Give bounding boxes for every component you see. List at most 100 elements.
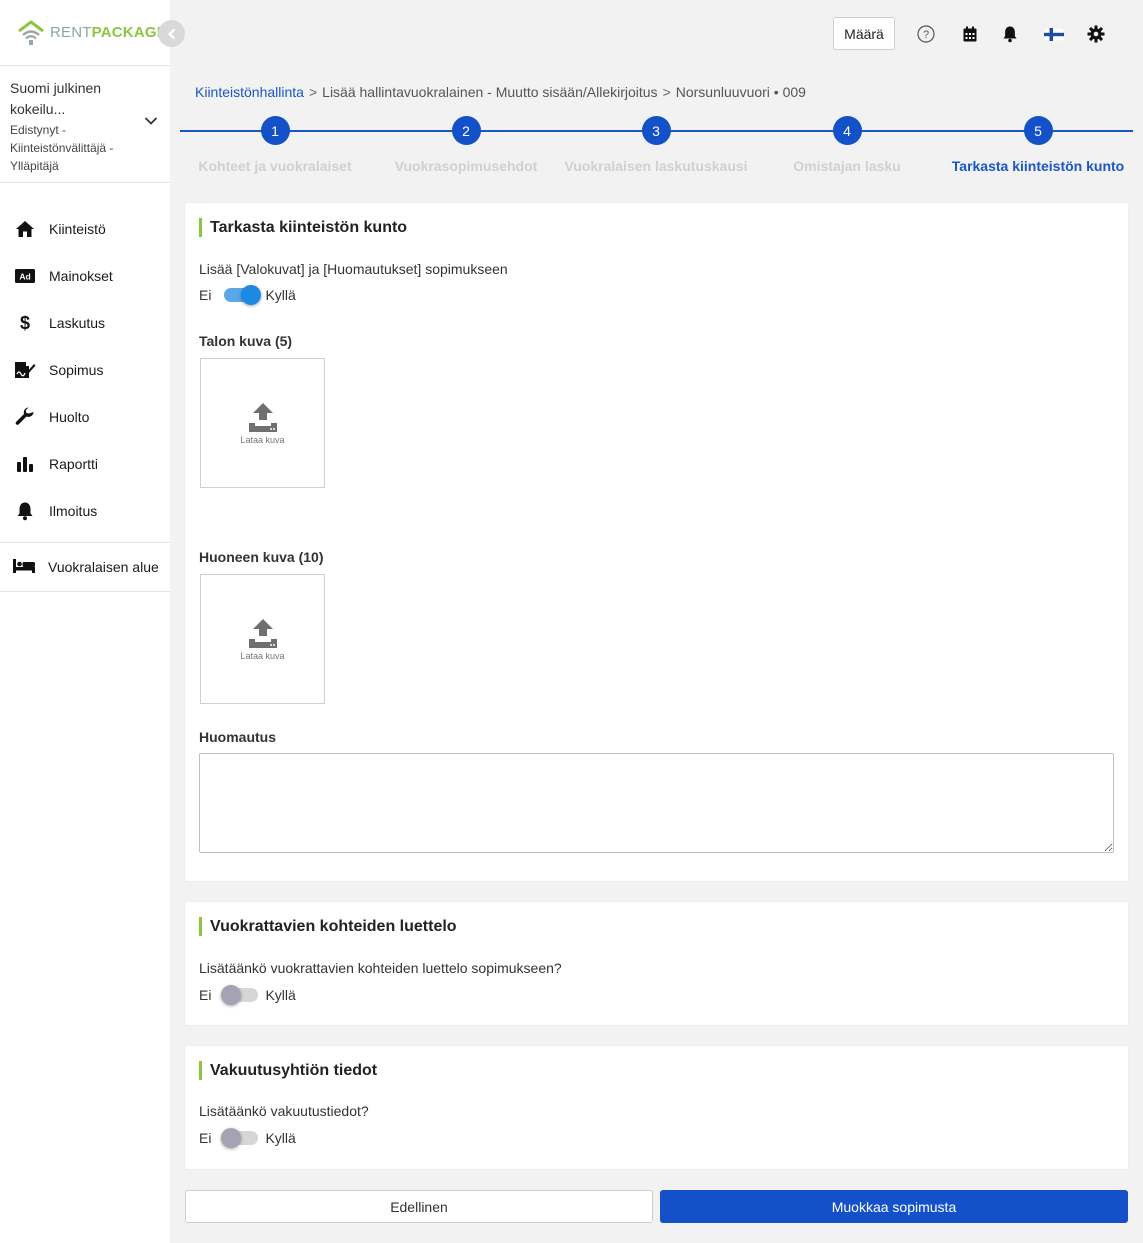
house-photo-upload[interactable]: Lataa kuva bbox=[200, 358, 325, 488]
step-label: Vuokrasopimusehdot bbox=[394, 158, 538, 174]
inventory-card: Vuokrattavien kohteiden luettelo Lisätää… bbox=[185, 902, 1128, 1025]
toggle-knob bbox=[241, 285, 262, 305]
logo-text-rent: RENT bbox=[50, 24, 92, 41]
inventory-toggle-row: Ei Kyllä bbox=[199, 985, 296, 1005]
svg-text:?: ? bbox=[923, 29, 929, 41]
step-number: 2 bbox=[451, 116, 481, 145]
step-number: 5 bbox=[1023, 116, 1053, 145]
inventory-question: Lisätäänkö vuokrattavien kohteiden luett… bbox=[199, 960, 562, 976]
help-icon[interactable]: ? bbox=[915, 23, 937, 45]
toggle-knob bbox=[221, 985, 242, 1005]
gear-icon[interactable] bbox=[1085, 23, 1107, 45]
wrench-icon bbox=[14, 406, 36, 428]
card-title: Tarkasta kiinteistön kunto bbox=[199, 218, 407, 237]
wifi-house-logo-icon bbox=[18, 20, 44, 45]
sidebar-item-label: Raportti bbox=[49, 455, 99, 472]
step-label: Tarkasta kiinteistön kunto bbox=[951, 158, 1125, 174]
photos-notes-toggle[interactable] bbox=[224, 285, 262, 305]
collapse-sidebar-button[interactable] bbox=[158, 20, 185, 47]
step-1[interactable]: 1 Kohteet ja vuokralaiset bbox=[180, 116, 370, 174]
bell-icon bbox=[14, 500, 36, 522]
step-label: Vuokralaisen laskutuskausi bbox=[564, 158, 748, 174]
sidebar-item-ilmoitus[interactable]: Ilmoitus bbox=[0, 487, 170, 534]
toggle-on-label: Kyllä bbox=[265, 1130, 296, 1146]
account-switcher[interactable]: Suomi julkinen kokeilu... Edistynyt - Ki… bbox=[0, 66, 170, 183]
svg-text:$: $ bbox=[20, 313, 30, 333]
bar-chart-icon bbox=[14, 453, 36, 475]
house-photo-heading: Talon kuva (5) bbox=[199, 333, 293, 349]
ad-icon: Ad bbox=[14, 265, 36, 287]
sidebar-item-label: Ilmoitus bbox=[49, 502, 98, 519]
previous-button[interactable]: Edellinen bbox=[185, 1190, 653, 1223]
step-number: 4 bbox=[832, 116, 862, 145]
toggle-off-label: Ei bbox=[199, 987, 212, 1003]
breadcrumb-link-root[interactable]: Kiinteistönhallinta bbox=[195, 84, 304, 100]
sidebar-item-label: Sopimus bbox=[49, 361, 104, 378]
sidebar-item-label: Kiinteistö bbox=[49, 220, 106, 237]
room-photo-heading: Huoneen kuva (10) bbox=[199, 549, 324, 565]
photos-notes-toggle-row: Ei Kyllä bbox=[199, 285, 296, 305]
room-photo-upload[interactable]: Lataa kuva bbox=[200, 574, 325, 704]
account-role: Edistynyt - Kiinteistönvälittäjä - Ylläp… bbox=[10, 123, 114, 173]
upload-icon bbox=[248, 619, 277, 648]
sidebar-item-mainokset[interactable]: Ad Mainokset bbox=[0, 252, 170, 299]
upload-icon bbox=[248, 403, 277, 432]
sidebar-item-laskutus[interactable]: $ Laskutus bbox=[0, 299, 170, 346]
sidebar-item-tenant-area[interactable]: Vuokralaisen alue bbox=[0, 543, 170, 592]
contract-icon bbox=[14, 359, 36, 381]
condition-card: Tarkasta kiinteistön kunto Lisää [Valoku… bbox=[185, 203, 1128, 881]
sidebar-item-label: Vuokralaisen alue bbox=[48, 559, 159, 575]
photos-notes-question: Lisää [Valokuvat] ja [Huomautukset] sopi… bbox=[199, 261, 508, 277]
sidebar-item-label: Mainokset bbox=[49, 267, 113, 284]
toggle-off-label: Ei bbox=[199, 1130, 212, 1146]
sidebar-item-raportti[interactable]: Raportti bbox=[0, 440, 170, 487]
breadcrumb: Kiinteistönhallinta > Lisää hallintavuokra… bbox=[195, 84, 806, 100]
step-number: 3 bbox=[641, 116, 671, 145]
logo[interactable]: RENTPACKAGE bbox=[0, 0, 170, 66]
upload-label: Lataa kuva bbox=[240, 651, 285, 661]
card-title: Vakuutusyhtiön tiedot bbox=[199, 1061, 377, 1080]
step-number: 1 bbox=[260, 116, 290, 145]
step-5[interactable]: 5 Tarkasta kiinteistön kunto bbox=[943, 116, 1133, 174]
breadcrumb-current: Norsunluuvuori • 009 bbox=[675, 84, 806, 100]
sidebar-item-kiinteisto[interactable]: Kiinteistö bbox=[0, 205, 170, 252]
sidebar-item-label: Huolto bbox=[49, 408, 90, 425]
step-4[interactable]: 4 Omistajan lasku bbox=[752, 116, 942, 174]
toggle-on-label: Kyllä bbox=[265, 287, 296, 303]
upload-label: Lataa kuva bbox=[240, 435, 285, 445]
edit-contract-button[interactable]: Muokkaa sopimusta bbox=[660, 1190, 1128, 1223]
svg-text:Ad: Ad bbox=[19, 271, 30, 281]
quantity-button[interactable]: Määrä bbox=[833, 17, 895, 50]
account-name: Suomi julkinen kokeilu... bbox=[10, 80, 102, 117]
breadcrumb-separator: > bbox=[662, 84, 671, 100]
insurance-toggle-row: Ei Kyllä bbox=[199, 1128, 296, 1148]
finnish-flag-icon[interactable] bbox=[1043, 23, 1065, 45]
step-3[interactable]: 3 Vuokralaisen laskutuskausi bbox=[561, 116, 751, 174]
main-nav: Kiinteistö Ad Mainokset $ Laskutus Sopim… bbox=[0, 183, 170, 534]
insurance-toggle[interactable] bbox=[221, 1128, 259, 1148]
insurance-card: Vakuutusyhtiön tiedot Lisätäänkö vakuutu… bbox=[185, 1046, 1128, 1169]
sidebar-item-sopimus[interactable]: Sopimus bbox=[0, 346, 170, 393]
calendar-icon[interactable] bbox=[959, 23, 981, 45]
sidebar-item-huolto[interactable]: Huolto bbox=[0, 393, 170, 440]
card-title: Vuokrattavien kohteiden luettelo bbox=[199, 917, 457, 936]
inventory-toggle[interactable] bbox=[221, 985, 259, 1005]
sidebar: RENTPACKAGE Suomi julkinen kokeilu... Ed… bbox=[0, 0, 170, 1243]
logo-text: RENTPACKAGE bbox=[50, 24, 167, 41]
dollar-icon: $ bbox=[14, 312, 36, 334]
step-label: Omistajan lasku bbox=[793, 158, 901, 174]
insurance-question: Lisätäänkö vakuutustiedot? bbox=[199, 1103, 369, 1119]
notification-bell-icon[interactable] bbox=[999, 23, 1021, 45]
step-2[interactable]: 2 Vuokrasopimusehdot bbox=[371, 116, 561, 174]
breadcrumb-middle: Lisää hallintavuokralainen - Muutto sisä… bbox=[322, 84, 658, 100]
bed-icon bbox=[12, 558, 36, 577]
note-textarea[interactable] bbox=[199, 753, 1114, 853]
note-heading: Huomautus bbox=[199, 729, 276, 745]
topbar: Määrä ? bbox=[170, 0, 1143, 66]
chevron-left-icon bbox=[167, 28, 175, 39]
logo-text-package: PACKAGE bbox=[91, 24, 167, 41]
breadcrumb-separator: > bbox=[308, 84, 318, 100]
progress-stepper: 1 Kohteet ja vuokralaiset 2 Vuokrasopimu… bbox=[180, 116, 1133, 180]
chevron-down-icon[interactable] bbox=[144, 116, 158, 126]
step-label: Kohteet ja vuokralaiset bbox=[198, 158, 352, 174]
